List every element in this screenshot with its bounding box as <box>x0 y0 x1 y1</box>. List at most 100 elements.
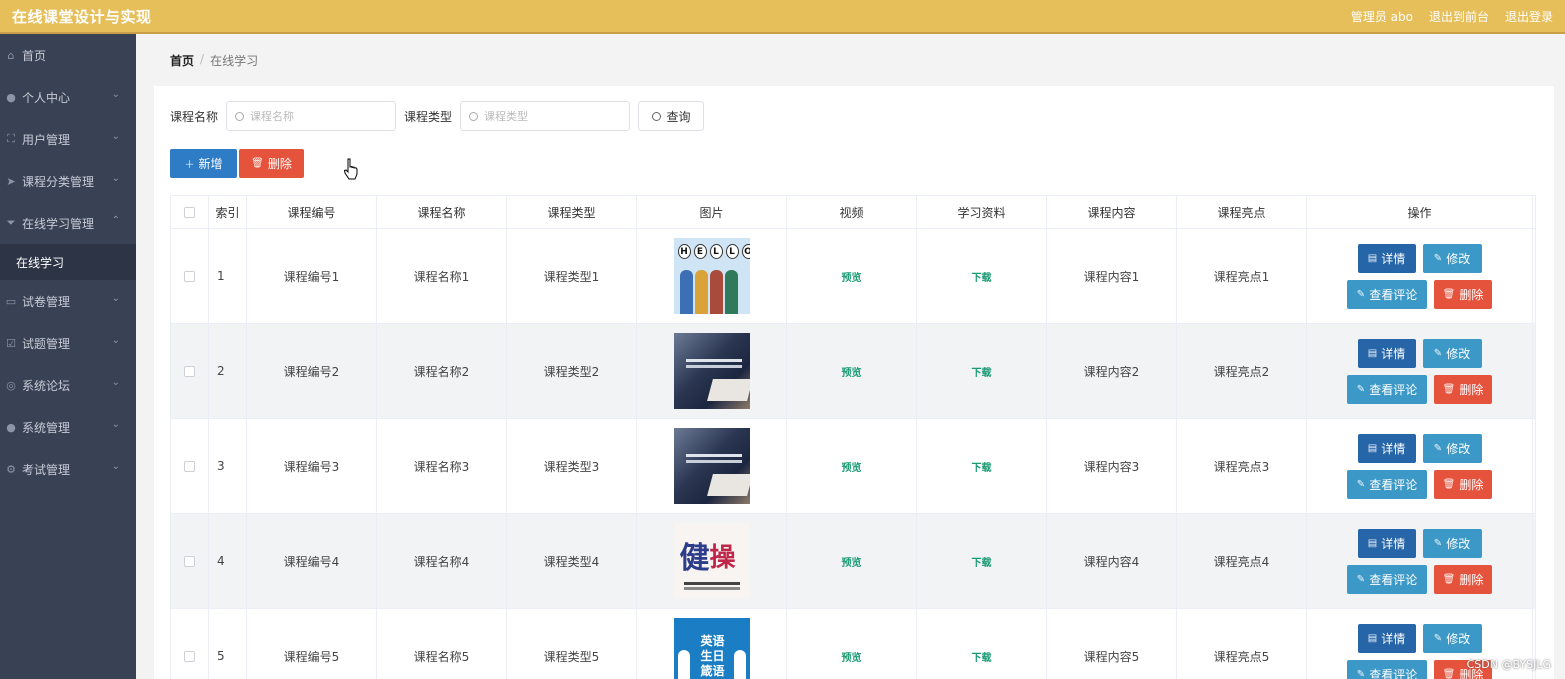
sidebar-item-users[interactable]: ⛶ 用户管理 ⌄ <box>0 118 136 160</box>
detail-button[interactable]: ▤ 详情 <box>1357 528 1416 558</box>
pencil-icon: ✎ <box>1433 632 1443 644</box>
row-video-cell: 预览 <box>787 609 917 679</box>
person-figure <box>733 650 746 679</box>
sidebar-item-home[interactable]: ⌂ 首页 <box>0 34 136 76</box>
row-highlight: 课程亮点2 <box>1177 324 1307 418</box>
sidebar-subitem-online-learning[interactable]: 在线学习 <box>0 244 136 280</box>
course-type-input[interactable]: 课程类型 <box>460 101 631 131</box>
breadcrumb-home[interactable]: 首页 <box>170 52 194 69</box>
trash-icon: 🗑 <box>1442 478 1456 490</box>
table-header: 索引 课程编号 课程名称 课程类型 图片 视频 学习资料 课程内容 课程亮点 操… <box>171 196 1535 229</box>
sidebar-item-online-learning[interactable]: ⏷ 在线学习管理 ⌃ <box>0 202 136 244</box>
video-preview-link[interactable]: 预览 <box>842 554 862 569</box>
detail-button[interactable]: ▤ 详情 <box>1357 433 1416 463</box>
detail-label: 详情 <box>1381 441 1406 456</box>
delete-button[interactable]: 🗑 删除 <box>1434 469 1492 499</box>
edit-button[interactable]: ✎ 修改 <box>1422 623 1482 653</box>
edit-button[interactable]: ✎ 修改 <box>1422 338 1482 368</box>
hello-letter: O <box>741 244 750 259</box>
detail-button[interactable]: ▤ 详情 <box>1357 243 1416 273</box>
chevron-down-icon: ⌄ <box>111 173 120 184</box>
material-download-link[interactable]: 下载 <box>972 649 992 664</box>
kid-figure <box>679 270 693 314</box>
sidebar-item-forum[interactable]: ◎ 系统论坛 ⌄ <box>0 364 136 406</box>
course-image-calligraphy[interactable]: 健 操 <box>673 523 750 599</box>
row-index: 4 <box>209 514 247 608</box>
view-comments-button[interactable]: ✎ 查看评论 <box>1347 659 1427 679</box>
sidebar-item-label: 课程分类管理 <box>22 174 95 189</box>
material-download-link[interactable]: 下载 <box>972 459 992 474</box>
course-image-suit[interactable] <box>673 428 750 504</box>
search-icon <box>235 111 245 121</box>
sidebar-item-category[interactable]: ➤ 课程分类管理 ⌄ <box>0 160 136 202</box>
row-checkbox-cell <box>171 419 209 513</box>
course-image-hello[interactable]: H E L L O <box>673 238 750 314</box>
course-name-input[interactable]: 课程名称 <box>226 101 397 131</box>
trash-icon: 🗑 <box>1442 383 1456 395</box>
sidebar-item-label: 用户管理 <box>22 132 71 147</box>
detail-button[interactable]: ▤ 详情 <box>1357 338 1416 368</box>
view-comments-button[interactable]: ✎ 查看评论 <box>1347 374 1427 404</box>
chevron-down-icon: ⌄ <box>111 89 120 100</box>
video-preview-link[interactable]: 预览 <box>842 649 862 664</box>
sidebar-item-exam[interactable]: ⚙ 考试管理 ⌄ <box>0 448 136 490</box>
video-preview-link[interactable]: 预览 <box>842 269 862 284</box>
row-checkbox[interactable] <box>184 365 195 377</box>
edit-label: 修改 <box>1446 346 1471 361</box>
sidebar-item-label: 首页 <box>22 48 47 63</box>
row-type: 课程类型3 <box>507 419 637 513</box>
row-type: 课程类型1 <box>507 229 637 323</box>
pencil-icon: ✎ <box>1433 537 1443 549</box>
video-preview-link[interactable]: 预览 <box>842 364 862 379</box>
edit-button[interactable]: ✎ 修改 <box>1422 243 1482 273</box>
material-download-link[interactable]: 下载 <box>972 554 992 569</box>
sidebar-item-questions[interactable]: ☑ 试题管理 ⌄ <box>0 322 136 364</box>
sidebar-item-personal[interactable]: ● 个人中心 ⌄ <box>0 76 136 118</box>
batch-delete-button[interactable]: 🗑 删除 <box>239 149 304 178</box>
message-icon: ▭ <box>5 294 17 308</box>
row-name: 课程名称5 <box>377 609 507 679</box>
row-checkbox[interactable] <box>184 650 195 662</box>
row-checkbox[interactable] <box>184 555 195 567</box>
detail-button[interactable]: ▤ 详情 <box>1357 623 1416 653</box>
view-comments-button[interactable]: ✎ 查看评论 <box>1347 279 1427 309</box>
row-checkbox[interactable] <box>184 270 195 282</box>
sidebar-item-system[interactable]: ● 系统管理 ⌄ <box>0 406 136 448</box>
course-name-label: 课程名称 <box>170 109 219 124</box>
select-all-checkbox[interactable] <box>184 206 195 218</box>
add-button[interactable]: ＋ 新增 <box>170 149 237 178</box>
header-name: 课程名称 <box>377 196 507 228</box>
query-button[interactable]: 查询 <box>638 101 705 131</box>
material-download-link[interactable]: 下载 <box>972 364 992 379</box>
course-image-english[interactable]: 英语 生日 箴语 <box>673 618 750 679</box>
hello-letter: H <box>677 244 691 259</box>
back-to-front-link[interactable]: 退出到前台 <box>1429 8 1489 25</box>
person-figure <box>677 650 690 679</box>
row-name: 课程名称3 <box>377 419 507 513</box>
material-download-link[interactable]: 下载 <box>972 269 992 284</box>
edit-button[interactable]: ✎ 修改 <box>1422 433 1482 463</box>
row-ops: ▤ 详情 ✎ 修改 ✎ 查看评论 🗑 删除 <box>1307 324 1533 418</box>
delete-button[interactable]: 🗑 删除 <box>1434 279 1492 309</box>
course-image-suit[interactable] <box>673 333 750 409</box>
select-all-cell <box>171 196 209 228</box>
row-image-cell: H E L L O <box>637 229 787 323</box>
edit-label: 修改 <box>1446 441 1471 456</box>
pencil-icon: ✎ <box>1356 668 1366 679</box>
sidebar-item-papers[interactable]: ▭ 试卷管理 ⌄ <box>0 280 136 322</box>
view-comments-button[interactable]: ✎ 查看评论 <box>1347 564 1427 594</box>
row-image-cell: 健 操 <box>637 514 787 608</box>
logout-link[interactable]: 退出登录 <box>1505 8 1553 25</box>
view-comments-button[interactable]: ✎ 查看评论 <box>1347 469 1427 499</box>
video-preview-link[interactable]: 预览 <box>842 459 862 474</box>
table-row: 3 课程编号3 课程名称3 课程类型3 预览 下载 课程内容3 课程亮点3 ▤ … <box>171 419 1535 514</box>
watermark: CSDN @BYSJLG <box>1466 658 1551 671</box>
sidebar-subitem-label: 在线学习 <box>16 255 65 270</box>
sidebar: ⌂ 首页 ● 个人中心 ⌄ ⛶ 用户管理 ⌄ ➤ 课程分类管理 ⌄ ⏷ 在线学习… <box>0 34 136 679</box>
delete-button[interactable]: 🗑 删除 <box>1434 564 1492 594</box>
edit-button[interactable]: ✎ 修改 <box>1422 528 1482 558</box>
edit-label: 修改 <box>1446 536 1471 551</box>
row-checkbox[interactable] <box>184 460 195 472</box>
delete-button[interactable]: 🗑 删除 <box>1434 374 1492 404</box>
trash-icon: 🗑 <box>1442 573 1456 585</box>
